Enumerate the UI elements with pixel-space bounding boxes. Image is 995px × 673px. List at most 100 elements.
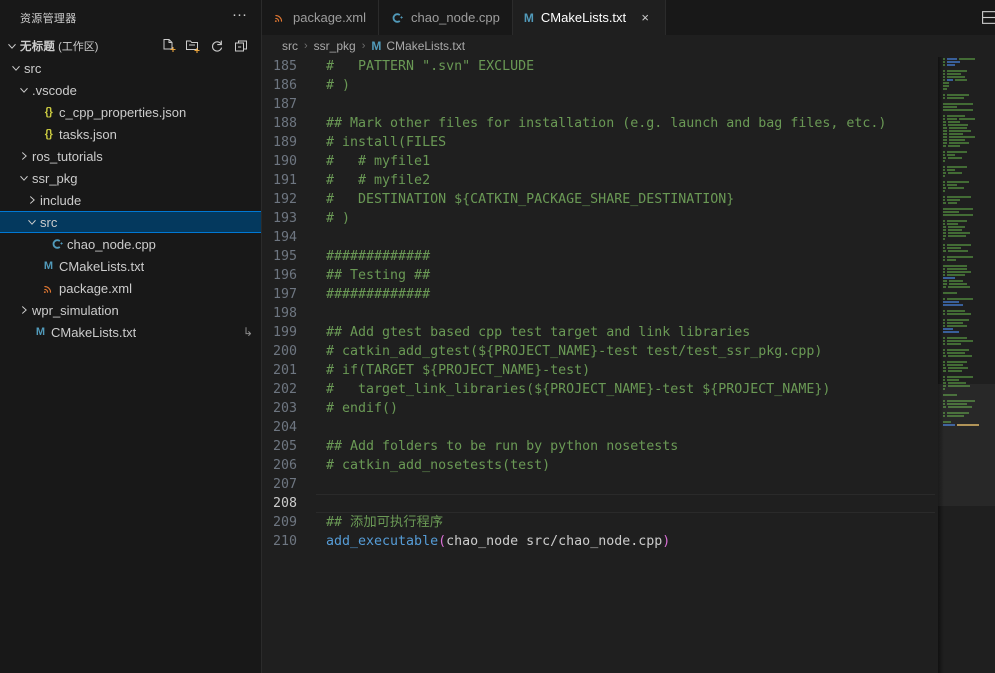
code-text[interactable]: # catkin_add_gtest(${PROJECT_NAME}-test … bbox=[316, 342, 937, 361]
code-text[interactable]: # # myfile1 bbox=[316, 152, 937, 171]
code-text[interactable]: # DESTINATION ${CATKIN_PACKAGE_SHARE_DES… bbox=[316, 190, 937, 209]
code-text[interactable] bbox=[316, 475, 937, 494]
tree-item-src[interactable]: src bbox=[0, 57, 261, 79]
minimap-segment bbox=[947, 414, 964, 417]
tree-item-src[interactable]: src bbox=[0, 211, 261, 233]
minimap[interactable] bbox=[937, 57, 995, 673]
new-folder-icon[interactable] bbox=[183, 36, 203, 56]
close-icon[interactable]: × bbox=[637, 10, 653, 26]
tab-package.xml[interactable]: package.xml bbox=[262, 0, 379, 35]
minimap-segment bbox=[948, 120, 960, 123]
code-text[interactable]: ## 添加可执行程序 bbox=[316, 513, 937, 532]
code-text[interactable] bbox=[316, 228, 937, 247]
code-text[interactable]: ## Add gtest based cpp test target and l… bbox=[316, 323, 937, 342]
minimap-segment bbox=[943, 354, 946, 357]
code-text[interactable] bbox=[316, 418, 937, 437]
code-text[interactable]: # catkin_add_nosetests(test) bbox=[316, 456, 937, 475]
code-text[interactable]: # install(FILES bbox=[316, 133, 937, 152]
code-editor[interactable]: 185 # PATTERN ".svn" EXCLUDE 186 # ) 187 188… bbox=[262, 57, 937, 673]
code-text[interactable]: # if(TARGET ${PROJECT_NAME}-test) bbox=[316, 361, 937, 380]
code-text[interactable]: ############# bbox=[316, 285, 937, 304]
tab-label: package.xml bbox=[293, 10, 366, 25]
minimap-segment bbox=[947, 318, 969, 321]
code-text[interactable]: # PATTERN ".svn" EXCLUDE bbox=[316, 57, 937, 76]
tree-item-wpr_simulation[interactable]: wpr_simulation bbox=[0, 299, 261, 321]
code-line: 206 # catkin_add_nosetests(test) bbox=[262, 456, 937, 475]
breadcrumb-item-src[interactable]: src bbox=[280, 39, 300, 53]
refresh-icon[interactable] bbox=[207, 36, 227, 56]
breadcrumb-separator-icon: › bbox=[304, 40, 308, 52]
breadcrumb-item-ssr_pkg[interactable]: ssr_pkg bbox=[312, 39, 358, 53]
tree-item-chao_node.cpp[interactable]: chao_node.cpp bbox=[0, 233, 261, 255]
cmake-file-icon: M bbox=[523, 10, 534, 25]
minimap-segment bbox=[943, 210, 959, 213]
code-text[interactable] bbox=[316, 304, 937, 323]
code-text[interactable]: # ) bbox=[316, 76, 937, 95]
code-line: 190 # # myfile1 bbox=[262, 152, 937, 171]
line-number: 203 bbox=[272, 401, 297, 416]
minimap-segment bbox=[943, 102, 973, 105]
minimap-segment bbox=[943, 402, 945, 405]
code-text[interactable]: # ) bbox=[316, 209, 937, 228]
minimap-segment bbox=[947, 114, 965, 117]
code-text[interactable] bbox=[316, 494, 935, 513]
code-text[interactable]: ## Mark other files for installation (e.… bbox=[316, 114, 937, 133]
sidebar-more-actions-icon[interactable]: ··· bbox=[226, 7, 253, 26]
minimap-segment bbox=[947, 411, 969, 414]
minimap-segment bbox=[947, 222, 958, 225]
tree-item-c_cpp_properties.json[interactable]: {} c_cpp_properties.json bbox=[0, 101, 261, 123]
tree-item-tasks.json[interactable]: {} tasks.json bbox=[0, 123, 261, 145]
code-text[interactable]: ############# bbox=[316, 247, 937, 266]
minimap-segment bbox=[943, 228, 946, 231]
chevron-down-icon bbox=[4, 38, 20, 54]
tree-item-cmakelists.txt[interactable]: M CMakeLists.txt ↳ bbox=[0, 321, 261, 343]
tree-item-ros_tutorials[interactable]: ros_tutorials bbox=[0, 145, 261, 167]
minimap-segment bbox=[943, 168, 945, 171]
code-text[interactable]: # endif() bbox=[316, 399, 937, 418]
minimap-segment bbox=[943, 351, 945, 354]
code-token-comment: # catkin_add_nosetests(test) bbox=[326, 458, 551, 473]
tree-item-label: ssr_pkg bbox=[32, 170, 78, 186]
tree-item-ssr_pkg[interactable]: ssr_pkg bbox=[0, 167, 261, 189]
tree-item-include[interactable]: include bbox=[0, 189, 261, 211]
tree-item-package.xml[interactable]: package.xml bbox=[0, 277, 261, 299]
code-token-comment: # # myfile1 bbox=[326, 154, 431, 169]
chevron-down-icon bbox=[8, 60, 24, 76]
tree-item-.vscode[interactable]: .vscode bbox=[0, 79, 261, 101]
code-text[interactable]: ## Testing ## bbox=[316, 266, 937, 285]
code-line: 186 # ) bbox=[262, 76, 937, 95]
minimap-segment bbox=[943, 258, 945, 261]
code-token-comment: # endif() bbox=[326, 401, 399, 416]
code-line: 198 bbox=[262, 304, 937, 323]
tab-cmakelists.txt[interactable]: M CMakeLists.txt × bbox=[512, 0, 667, 35]
breadcrumb-item-cmakelists.txt[interactable]: M CMakeLists.txt bbox=[369, 39, 467, 53]
code-text[interactable]: # # myfile2 bbox=[316, 171, 937, 190]
collapse-all-icon[interactable] bbox=[231, 36, 251, 56]
code-text[interactable]: ## Add folders to be run by python noset… bbox=[316, 437, 937, 456]
code-text[interactable]: # target_link_libraries(${PROJECT_NAME}-… bbox=[316, 380, 937, 399]
minimap-segment bbox=[943, 183, 945, 186]
line-number: 190 bbox=[272, 154, 297, 169]
minimap-segment bbox=[947, 363, 963, 366]
minimap-segment bbox=[948, 228, 962, 231]
minimap-segment bbox=[948, 381, 966, 384]
sidebar-title: 资源管理器 bbox=[20, 12, 77, 25]
tree-item-label: package.xml bbox=[59, 280, 132, 296]
code-token-comment: # catkin_add_gtest(${PROJECT_NAME}-test … bbox=[326, 344, 823, 359]
code-line: 191 # # myfile2 bbox=[262, 171, 937, 190]
code-text[interactable] bbox=[316, 95, 937, 114]
new-file-icon[interactable] bbox=[159, 36, 179, 56]
workspace-section-header[interactable]: 无标题 (工作区) bbox=[0, 35, 261, 57]
minimap-segment bbox=[947, 399, 975, 402]
split-editor-layout-icon[interactable] bbox=[975, 4, 995, 32]
tree-item-cmakelists.txt[interactable]: M CMakeLists.txt bbox=[0, 255, 261, 277]
code-text[interactable]: add_executable(chao_node src/chao_node.c… bbox=[316, 532, 937, 551]
tab-chao_node.cpp[interactable]: chao_node.cpp bbox=[378, 0, 513, 35]
tree-item-label: include bbox=[40, 192, 82, 208]
minimap-segment bbox=[947, 219, 967, 222]
code-line: 195 ############# bbox=[262, 247, 937, 266]
minimap-segment bbox=[947, 312, 971, 315]
minimap-segment bbox=[943, 180, 945, 183]
minimap-segment bbox=[947, 309, 965, 312]
